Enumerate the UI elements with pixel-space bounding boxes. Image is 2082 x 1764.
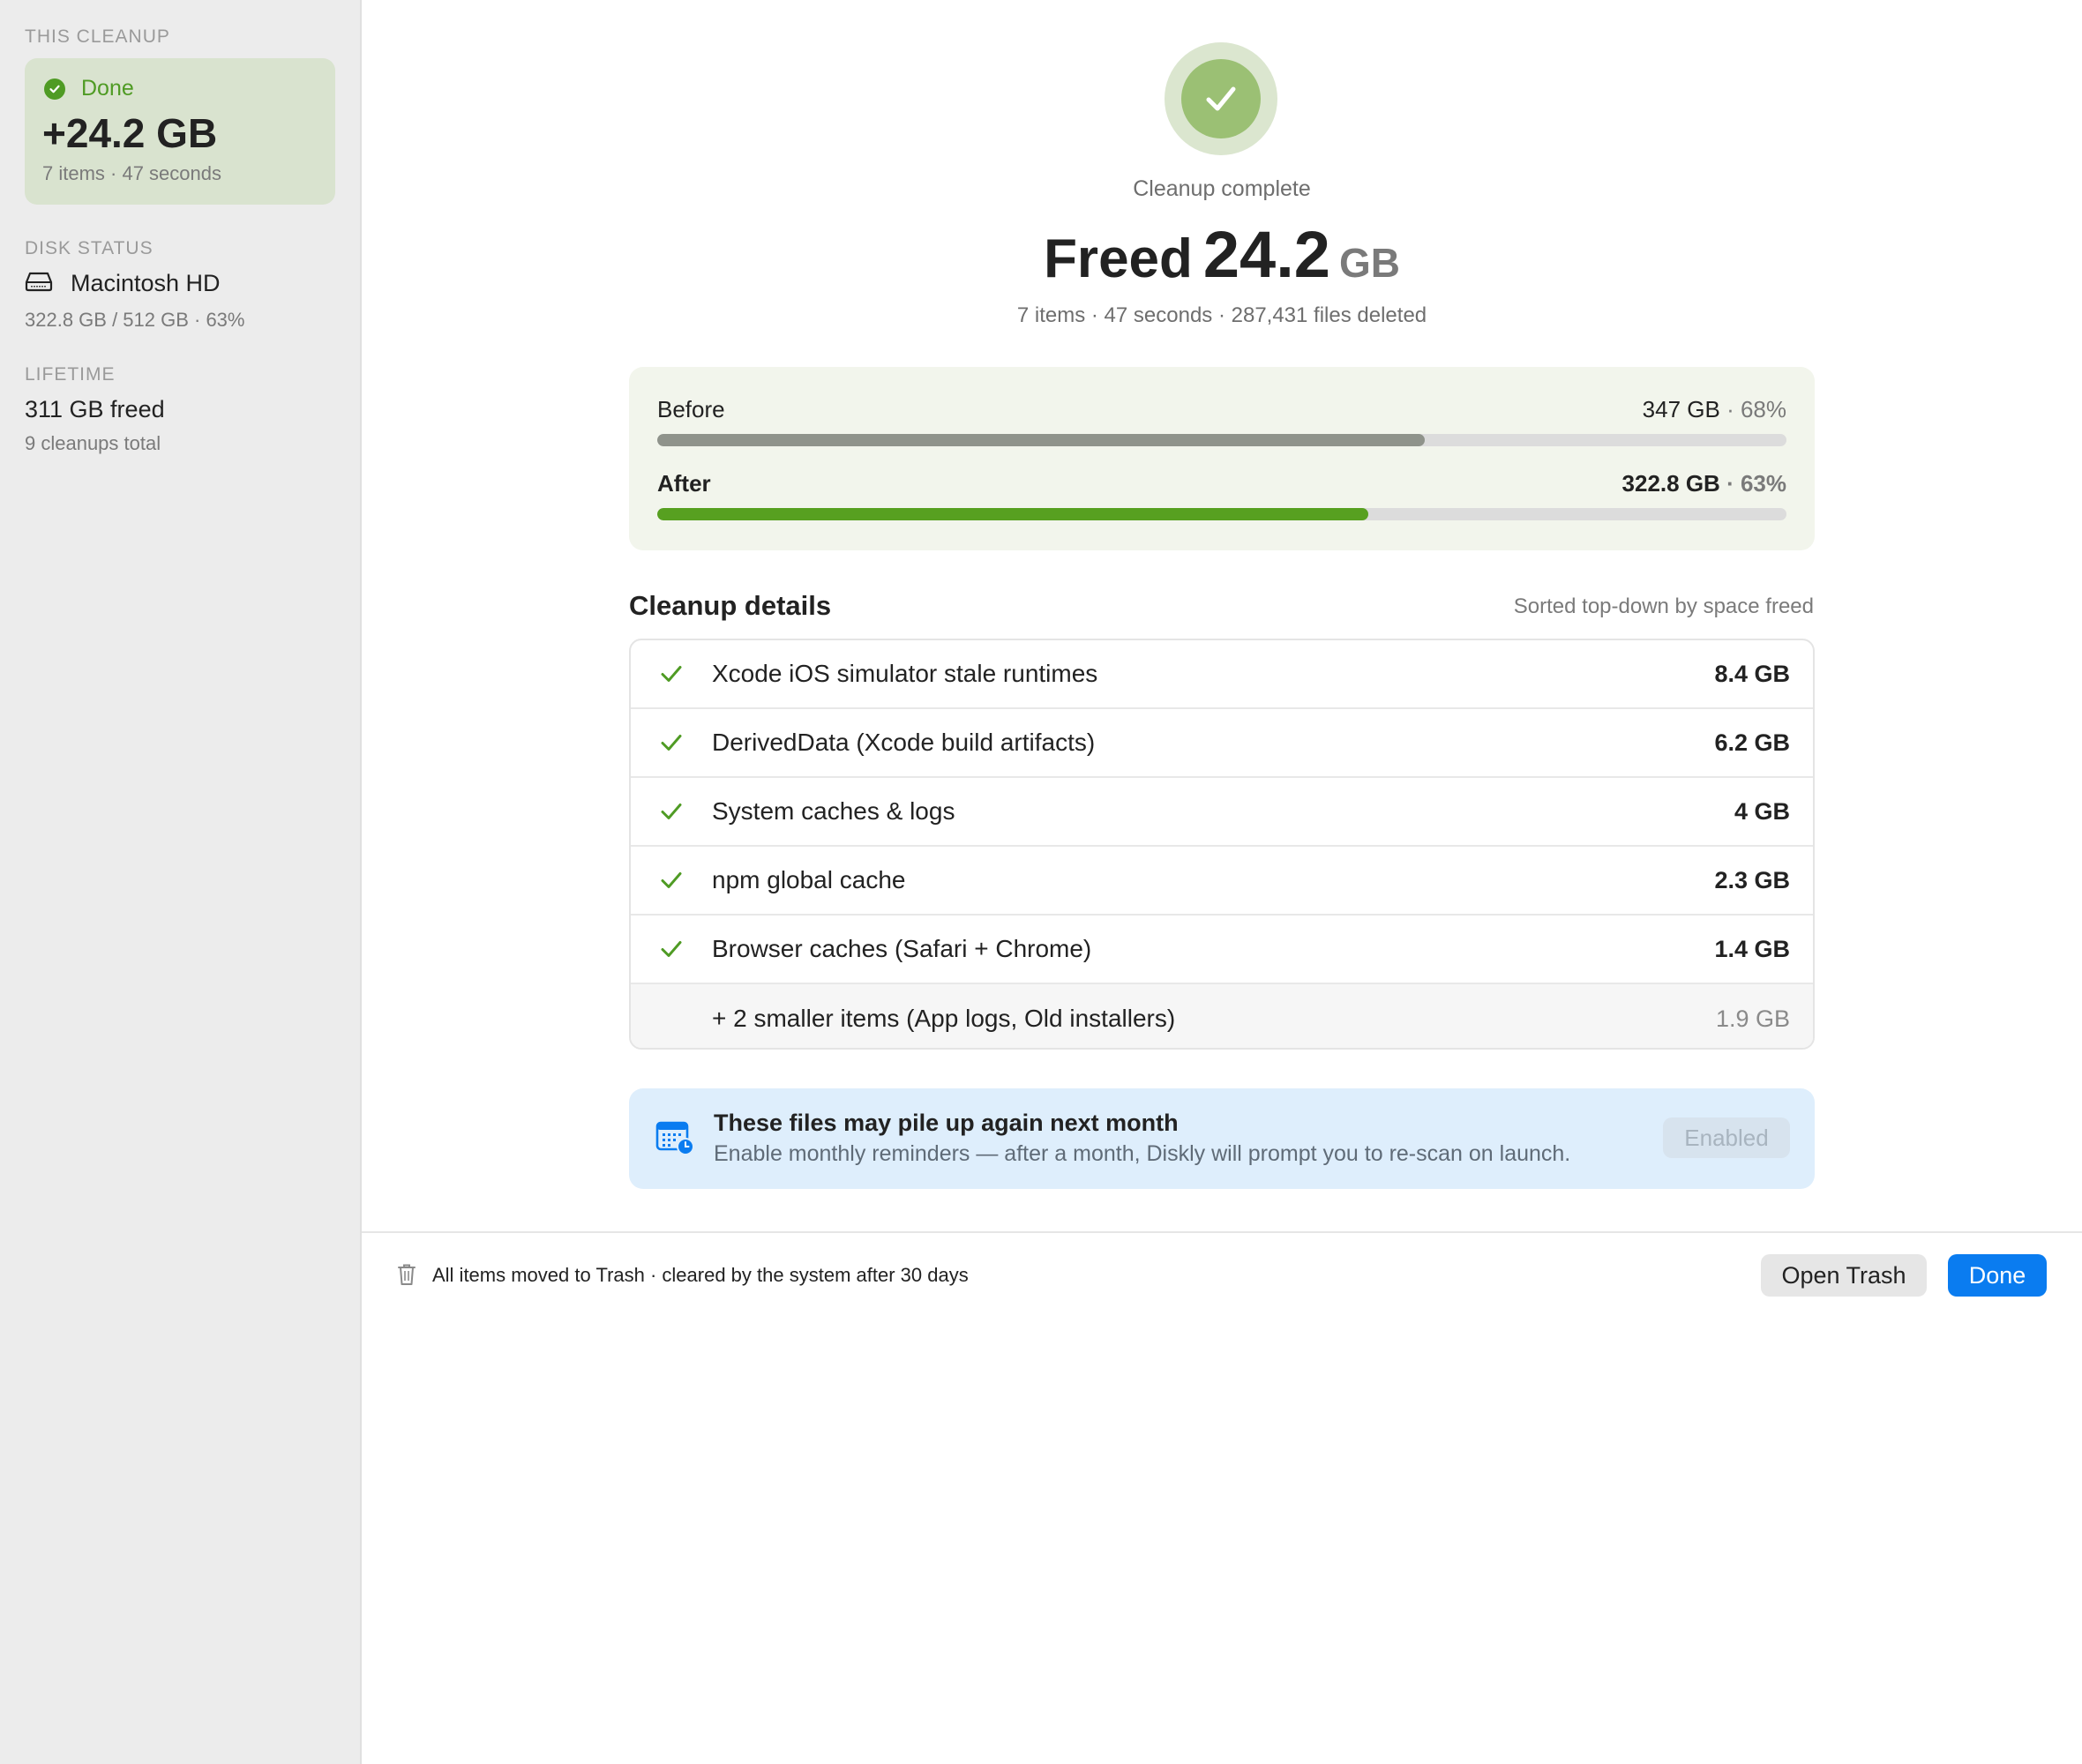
list-item[interactable]: Browser caches (Safari + Chrome) 1.4 GB [631,916,1813,984]
list-item[interactable]: Xcode iOS simulator stale runtimes 8.4 G… [631,640,1813,709]
before-label: Before [657,396,725,422]
checkmark-circle-icon [44,78,65,100]
disk-item[interactable]: Macintosh HD [25,270,221,297]
checkmark-icon [661,804,682,819]
item-size: 8.4 GB [1714,660,1790,687]
checkmark-icon [661,941,682,957]
lifetime-heading: LIFETIME [25,364,116,385]
after-size: 322.8 GB [1621,470,1720,497]
disk-usage-meta: 322.8 GB / 512 GB · 63% [25,309,245,331]
hero-meta: 7 items · 47 seconds · 287,431 files del… [1016,303,1427,327]
item-label: DerivedData (Xcode build artifacts) [712,729,1096,756]
before-value: 347 GB · 68% [1642,396,1786,422]
checkmark-icon [661,735,682,751]
item-label: Browser caches (Safari + Chrome) [712,935,1092,962]
sidebar: THIS CLEANUP Done +24.2 GB 7 items · 47 … [0,0,362,1764]
details-heading: Cleanup details [629,590,832,621]
success-check-icon [1165,42,1277,155]
before-bar [657,434,1786,446]
list-item[interactable]: DerivedData (Xcode build artifacts) 6.2 … [631,709,1813,778]
item-label: + 2 smaller items (App logs, Old install… [712,1005,1176,1032]
smaller-items-row[interactable]: + 2 smaller items (App logs, Old install… [631,984,1813,1048]
monthly-reminder-banner: These files may pile up again next month… [629,1088,1815,1189]
after-bar [657,508,1786,520]
after-bar-fill [657,508,1369,520]
item-size: 1.4 GB [1714,935,1790,962]
this-cleanup-heading: THIS CLEANUP [25,26,170,47]
item-size: 2.3 GB [1714,866,1790,893]
before-size: 347 GB [1642,396,1720,422]
disk-name: Macintosh HD [71,270,221,296]
item-size: 6.2 GB [1714,729,1790,756]
item-label: System caches & logs [712,797,955,825]
before-percent: 68% [1740,396,1786,422]
after-percent: 63% [1740,470,1786,497]
after-label: After [657,470,711,497]
freed-headline: Freed 24.2 GB [882,217,1562,292]
done-button[interactable]: Done [1948,1254,2047,1297]
freed-unit: GB [1338,240,1400,286]
hard-drive-icon [25,271,53,296]
freed-number: 24.2 [1202,218,1330,291]
item-size: 4 GB [1734,797,1790,825]
cleanup-details-list: Xcode iOS simulator stale runtimes 8.4 G… [629,639,1815,1050]
after-value: 322.8 GB · 63% [1621,470,1786,497]
disk-status-heading: DISK STATUS [25,238,154,258]
checkmark-icon [661,872,682,888]
item-label: Xcode iOS simulator stale runtimes [712,660,1098,687]
enabled-button[interactable]: Enabled [1663,1117,1790,1158]
open-trash-button[interactable]: Open Trash [1761,1254,1927,1297]
details-sort-note: Sorted top-down by space freed [1513,594,1814,618]
usage-comparison-card: Before 347 GB · 68% After 322.8 GB · 63% [629,367,1815,550]
cleanup-complete-label: Cleanup complete [1133,176,1311,201]
cleanup-meta: 7 items · 47 seconds [42,162,221,184]
trash-note: All items moved to Trash · cleared by th… [432,1264,969,1286]
freed-word: Freed [1044,228,1193,289]
checkmark-icon [661,666,682,682]
list-item[interactable]: System caches & logs 4 GB [631,778,1813,847]
list-item[interactable]: npm global cache 2.3 GB [631,847,1813,916]
before-bar-fill [657,434,1426,446]
item-size: 1.9 GB [1715,1005,1790,1032]
lifetime-meta: 9 cleanups total [25,432,161,454]
status-row: Done [44,76,134,101]
calendar-icon [655,1118,694,1160]
lifetime-freed: 311 GB freed [25,396,165,422]
reminder-title: These files may pile up again next month [714,1110,1179,1136]
this-cleanup-card[interactable]: Done +24.2 GB 7 items · 47 seconds [25,58,335,205]
footer-divider [362,1231,2082,1233]
trash-icon [397,1263,416,1290]
freed-amount: +24.2 GB [42,110,218,156]
status-label: Done [81,76,134,101]
reminder-subtitle: Enable monthly reminders — after a month… [714,1141,1571,1166]
item-label: npm global cache [712,866,906,893]
